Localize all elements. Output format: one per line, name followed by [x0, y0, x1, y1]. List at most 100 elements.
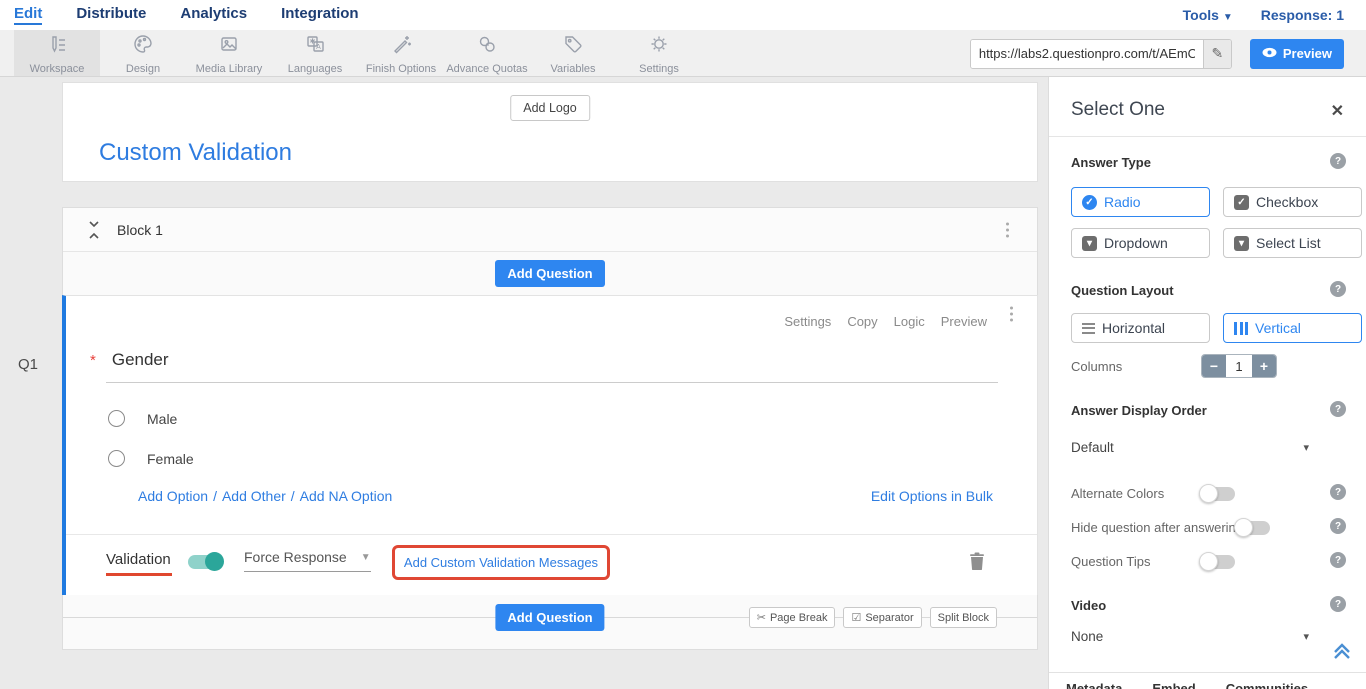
question-logic-link[interactable]: Logic — [894, 314, 925, 329]
add-question-button-bottom[interactable]: Add Question — [495, 604, 604, 631]
translate-icon: ✱A — [303, 32, 327, 61]
columns-decrement-button[interactable]: − — [1202, 355, 1226, 377]
gear-icon — [647, 32, 671, 61]
question-number-label: Q1 — [18, 356, 38, 373]
palette-icon — [131, 32, 155, 61]
delete-question-icon[interactable] — [969, 552, 985, 575]
answer-option-label[interactable]: Female — [147, 451, 194, 467]
hide-question-toggle[interactable] — [1236, 521, 1270, 535]
toolbar-item-media-library[interactable]: Media Library — [186, 30, 272, 76]
magic-wand-icon — [389, 32, 413, 61]
alternate-colors-label: Alternate Colors — [1071, 486, 1164, 501]
radio-button-icon[interactable] — [108, 410, 125, 427]
columns-increment-button[interactable]: + — [1252, 355, 1276, 377]
add-custom-validation-messages-link[interactable]: Add Custom Validation Messages — [404, 555, 598, 570]
answer-option-row: Female — [108, 450, 194, 467]
help-icon[interactable]: ? — [1330, 484, 1346, 500]
alternate-colors-toggle[interactable] — [1201, 487, 1235, 501]
toolbar-item-languages[interactable]: ✱A Languages — [272, 30, 358, 76]
close-icon[interactable]: ✕ — [1331, 101, 1344, 121]
response-count[interactable]: Response: 1 — [1261, 7, 1344, 23]
block-footer: Add Question ✂ Page Break ☑ Separator Sp… — [62, 595, 1038, 650]
svg-text:A: A — [316, 44, 321, 51]
answer-type-dropdown-button[interactable]: ▾ Dropdown — [1071, 228, 1210, 258]
tab-metadata[interactable]: Metadata — [1066, 681, 1122, 689]
tools-dropdown[interactable]: Tools ▼ — [1183, 7, 1233, 23]
help-icon[interactable]: ? — [1330, 596, 1346, 612]
answer-type-checkbox-button[interactable]: ✓ Checkbox — [1223, 187, 1362, 217]
survey-title[interactable]: Custom Validation — [99, 139, 292, 167]
answer-type-select-list-button[interactable]: ▾ Select List — [1223, 228, 1362, 258]
nav-tab-distribute[interactable]: Distribute — [76, 5, 146, 25]
help-icon[interactable]: ? — [1330, 281, 1346, 297]
question-settings-panel: Select One ✕ Answer Type ? ✓ Radio ✓ Che… — [1048, 77, 1366, 689]
add-na-option-link[interactable]: Add NA Option — [300, 488, 393, 504]
select-list-icon: ▾ — [1234, 236, 1249, 251]
question-card: Settings Copy Logic Preview * Gender Mal… — [62, 295, 1038, 595]
tag-icon — [561, 32, 585, 61]
dropdown-icon: ▾ — [1082, 236, 1097, 251]
question-preview-link[interactable]: Preview — [941, 314, 987, 329]
block-title[interactable]: Block 1 — [117, 222, 163, 238]
help-icon[interactable]: ? — [1330, 401, 1346, 417]
add-question-button-top[interactable]: Add Question — [495, 260, 604, 287]
tab-communities[interactable]: Communities — [1226, 681, 1308, 689]
collapse-block-icon[interactable] — [87, 221, 101, 239]
help-icon[interactable]: ? — [1330, 552, 1346, 568]
option-links: Add Option / Add Other / Add NA Option — [138, 488, 392, 504]
nav-tab-integration[interactable]: Integration — [281, 5, 359, 25]
layout-horizontal-button[interactable]: Horizontal — [1071, 313, 1210, 343]
add-other-link[interactable]: Add Other — [222, 488, 286, 504]
scroll-to-top-icon[interactable] — [1332, 643, 1352, 665]
edit-options-in-bulk-link[interactable]: Edit Options in Bulk — [871, 488, 993, 504]
link-separator: / — [291, 488, 295, 504]
nav-tab-edit[interactable]: Edit — [14, 5, 42, 25]
answer-option-label[interactable]: Male — [147, 411, 177, 427]
separator-button[interactable]: ☑ Separator — [843, 607, 921, 628]
block-header: Block 1 — [63, 208, 1037, 252]
split-block-button[interactable]: Split Block — [930, 607, 997, 628]
block-menu-icon[interactable] — [1006, 222, 1009, 237]
question-tips-toggle[interactable] — [1201, 555, 1235, 569]
answer-type-label: Answer Type — [1071, 155, 1151, 170]
radio-button-icon[interactable] — [108, 450, 125, 467]
video-label: Video — [1071, 598, 1106, 613]
video-select[interactable]: None ▾ — [1071, 629, 1309, 644]
toolbar-item-settings[interactable]: Settings — [616, 30, 702, 76]
columns-value[interactable]: 1 — [1226, 355, 1252, 377]
question-tips-label: Question Tips — [1071, 554, 1151, 569]
toolbar-item-workspace[interactable]: Workspace — [14, 30, 100, 76]
question-title-text[interactable]: Gender — [112, 350, 169, 370]
toolbar-item-finish-options[interactable]: Finish Options — [358, 30, 444, 76]
toolbar-item-advance-quotas[interactable]: Advance Quotas — [444, 30, 530, 76]
add-logo-button[interactable]: Add Logo — [510, 95, 590, 121]
link-separator: / — [213, 488, 217, 504]
tab-embed[interactable]: Embed — [1152, 681, 1195, 689]
help-icon[interactable]: ? — [1330, 518, 1346, 534]
nav-tab-analytics[interactable]: Analytics — [180, 5, 247, 25]
validation-toggle[interactable] — [188, 555, 222, 569]
panel-footer-tabs: Metadata Embed Communities — [1049, 672, 1366, 689]
svg-text:✱: ✱ — [310, 37, 316, 45]
question-copy-link[interactable]: Copy — [847, 314, 877, 329]
edit-url-button[interactable]: ✎ — [1203, 40, 1231, 68]
toolbar-item-design[interactable]: Design — [100, 30, 186, 76]
question-settings-link[interactable]: Settings — [784, 314, 831, 329]
survey-url-input[interactable] — [971, 40, 1203, 68]
preview-button[interactable]: Preview — [1250, 39, 1344, 69]
eye-icon — [1262, 46, 1277, 61]
force-response-dropdown[interactable]: Force Response ▼ — [244, 549, 371, 572]
answer-display-order-label: Answer Display Order — [1071, 403, 1207, 418]
answer-display-order-select[interactable]: Default ▾ — [1071, 440, 1309, 455]
chevron-down-icon: ▾ — [1303, 630, 1309, 643]
help-icon[interactable]: ? — [1330, 153, 1346, 169]
question-menu-icon[interactable] — [1010, 307, 1013, 322]
page-break-button[interactable]: ✂ Page Break — [749, 607, 836, 628]
toolbar-item-variables[interactable]: Variables — [530, 30, 616, 76]
layout-vertical-button[interactable]: Vertical — [1223, 313, 1362, 343]
survey-editor-app: Edit Distribute Analytics Integration To… — [0, 0, 1366, 689]
chevron-down-icon: ▼ — [1223, 12, 1233, 23]
add-option-link[interactable]: Add Option — [138, 488, 208, 504]
answer-type-radio-button[interactable]: ✓ Radio — [1071, 187, 1210, 217]
nav-items: Edit Distribute Analytics Integration — [14, 5, 359, 25]
